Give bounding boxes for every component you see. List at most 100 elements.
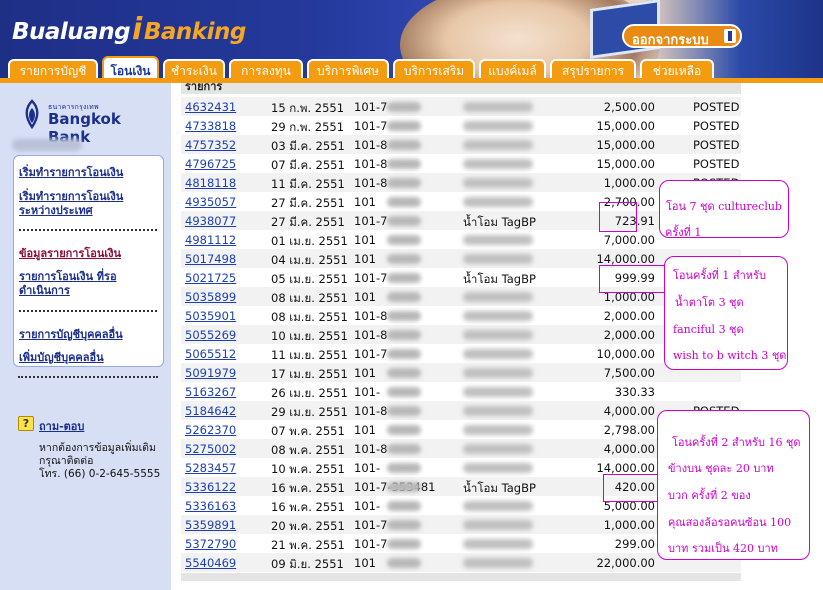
redacted-account-digits [387, 387, 421, 397]
transaction-id-link[interactable]: 4818118 [185, 176, 236, 190]
transaction-id-link[interactable]: 5336122 [185, 480, 236, 494]
tab-special-services[interactable]: บริการพิเศษ [307, 59, 389, 79]
account-number: 101- [354, 461, 381, 475]
table-row: 5091979 17 เม.ย. 2551 101 7,500.00 [181, 363, 741, 382]
menu-start-transfer[interactable]: เริ่มทำรายการโอนเงิน [19, 166, 123, 180]
menu-divider [18, 376, 158, 378]
table-row: 4757352 03 มี.ค. 2551 101-8 15,000.00 POSTED [181, 135, 741, 154]
tab-account-list[interactable]: รายการบัญชี [8, 59, 98, 79]
account-number: 101-7 [354, 518, 388, 532]
menu-transfer-info[interactable]: ข้อมูลรายการโอนเงิน [19, 247, 121, 261]
faq-link[interactable]: ถาม-ตอบ [39, 417, 84, 435]
transaction-id-link[interactable]: 5163267 [185, 385, 236, 399]
transaction-id-link[interactable]: 5283457 [185, 461, 236, 475]
transaction-id-link[interactable]: 5262370 [185, 423, 236, 437]
transaction-amount: 10,000.00 [596, 347, 655, 361]
tab-investment[interactable]: การลงทุน [229, 59, 303, 79]
redacted-account-digits [387, 330, 421, 340]
transaction-id-link[interactable]: 4632431 [185, 100, 236, 114]
tab-bank-mail[interactable]: แบงค์เมล์ [479, 59, 546, 79]
account-number: 101-7 [354, 271, 388, 285]
transaction-amount: 1,000.00 [603, 176, 655, 190]
redacted-description [463, 121, 533, 131]
transaction-amount: 15,000.00 [596, 138, 655, 152]
transaction-amount: 22,000.00 [596, 556, 655, 570]
transaction-id-link[interactable]: 5055269 [185, 328, 236, 342]
annotation-note-3: โอนครั้งที่ 2 สำหรับ 16 ชุด ข้างบน ชุดละ… [657, 410, 810, 560]
transfer-menu: เริ่มทำรายการโอนเงิน เริ่มทำรายการโอนเงิ… [13, 155, 164, 367]
redacted-description [463, 520, 533, 530]
redacted-description [463, 387, 533, 397]
tab-transfer[interactable]: โอนเงิน [102, 56, 159, 80]
table-row: 5055269 10 เม.ย. 2551 101-8 2,000.00 [181, 325, 741, 344]
transaction-id-link[interactable]: 5091979 [185, 366, 236, 380]
redacted-account-digits [387, 273, 421, 283]
transaction-amount: 7,500.00 [603, 366, 655, 380]
menu-add-other-account[interactable]: เพิ่มบัญชีบุคคลอื่น [19, 351, 104, 365]
account-number: 101-8 [354, 404, 388, 418]
annotation-text: บวก ครั้งที่ 2 ของ [668, 489, 751, 502]
menu-start-international-transfer[interactable]: เริ่มทำรายการโอนเงิน ระหว่างประเทศ [19, 190, 157, 218]
tab-payment[interactable]: ชำระเงิน [163, 59, 225, 79]
annotation-text: fanciful 3 ชุด [673, 323, 744, 336]
transaction-id-link[interactable]: 5184642 [185, 404, 236, 418]
redacted-description [463, 444, 533, 454]
transaction-id-link[interactable]: 5540469 [185, 556, 236, 570]
transaction-amount: 15,000.00 [596, 157, 655, 171]
transaction-id-link[interactable]: 4796725 [185, 157, 236, 171]
transaction-amount: 2,500.00 [603, 100, 655, 114]
transaction-id-link[interactable]: 5021725 [185, 271, 236, 285]
menu-divider [19, 310, 157, 312]
redacted-account-digits [387, 406, 421, 416]
tab-additional-services[interactable]: บริการเสริม [393, 59, 475, 79]
transaction-id-link[interactable]: 5017498 [185, 252, 236, 266]
redacted-account-digits [387, 425, 421, 435]
redacted-account-digits [387, 235, 421, 245]
transaction-id-link[interactable]: 5336163 [185, 499, 236, 513]
transaction-id-link[interactable]: 5372790 [185, 537, 236, 551]
transaction-status: POSTED [693, 119, 740, 133]
redacted-description [463, 539, 533, 549]
transaction-status: POSTED [693, 138, 740, 152]
table-row: 5540469 09 มิ.ย. 2551 101 22,000.00 [181, 553, 741, 572]
transaction-id-link[interactable]: 5065512 [185, 347, 236, 361]
redacted-description [463, 501, 533, 511]
tab-help[interactable]: ช่วยเหลือ [640, 59, 714, 79]
redacted-account-digits [387, 539, 421, 549]
transaction-id-link[interactable]: 5359891 [185, 518, 236, 532]
menu-pending-transfers[interactable]: รายการโอนเงิน ที่รอดำเนินการ [19, 270, 129, 298]
transaction-id-link[interactable]: 4733818 [185, 119, 236, 133]
redacted-description [463, 349, 533, 359]
transaction-amount: 299.00 [614, 537, 655, 551]
table-row: 5035901 08 เม.ย. 2551 101-8 2,000.00 [181, 306, 741, 325]
logo-text-left: Bualuang [12, 19, 131, 45]
account-number: 101-8 [354, 442, 388, 456]
logout-button[interactable]: ออกจากระบบ [622, 24, 742, 48]
bangkok-bank-logo: ธนาคารกรุงเทพ Bangkok Bank [20, 99, 160, 146]
table-header-partial: รายการ [185, 83, 223, 93]
transaction-status: POSTED [693, 157, 740, 171]
account-number: 101-7 [354, 214, 388, 228]
account-number: 101- [354, 499, 381, 513]
menu-divider [19, 229, 157, 231]
redacted-account-digits [387, 368, 421, 378]
transaction-id-link[interactable]: 5035901 [185, 309, 236, 323]
redacted-description [463, 292, 533, 302]
tab-summary[interactable]: สรุปรายการ [550, 59, 636, 79]
account-number: 101 [354, 195, 376, 209]
redacted-account-digits [387, 463, 421, 473]
redacted-description [463, 463, 533, 473]
redacted-account-digits [387, 501, 421, 511]
account-number: 101- [354, 385, 381, 399]
account-number: 101 [354, 423, 376, 437]
transaction-id-link[interactable]: 4757352 [185, 138, 236, 152]
menu-other-accounts[interactable]: รายการบัญชีบุคคลอื่น [19, 328, 123, 342]
redacted-account-digits [387, 349, 421, 359]
account-number: 101-8 [354, 309, 388, 323]
transaction-id-link[interactable]: 4935057 [185, 195, 236, 209]
redacted-account-digits [387, 159, 421, 169]
transaction-id-link[interactable]: 5035899 [185, 290, 236, 304]
transaction-id-link[interactable]: 4938077 [185, 214, 236, 228]
transaction-id-link[interactable]: 5275002 [185, 442, 236, 456]
transaction-id-link[interactable]: 4981112 [185, 233, 236, 247]
